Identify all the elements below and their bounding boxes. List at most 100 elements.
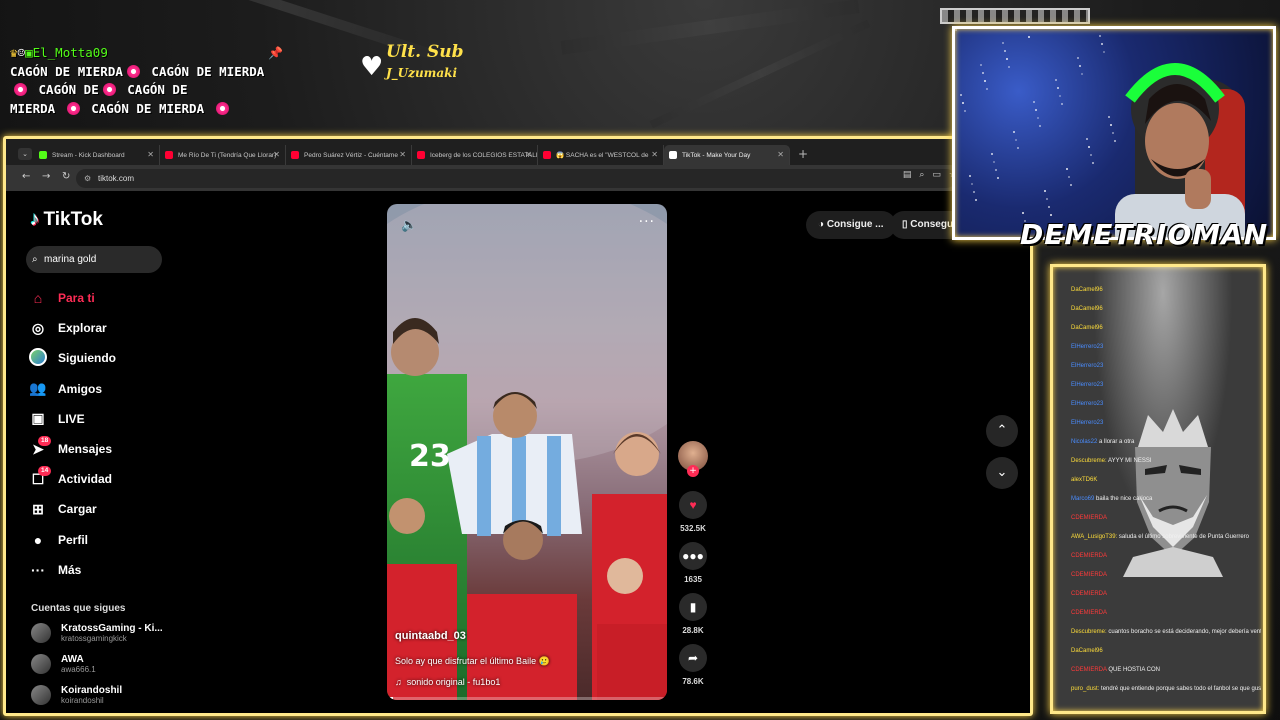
address-bar[interactable]: ⚙ tiktok.com	[76, 169, 956, 188]
zoom-icon[interactable]: ⌕	[919, 170, 932, 180]
chat-text: a llorar a otra	[1099, 439, 1135, 445]
sidebar-item-explorar[interactable]: ◎ Explorar	[28, 313, 178, 343]
tab-title: Me Río De Ti (Tendría Que Llorar)	[178, 151, 277, 159]
close-tab-icon[interactable]: ✕	[777, 150, 784, 159]
sidebar-item-más[interactable]: ··· Más	[28, 555, 178, 585]
follow-plus-icon[interactable]: +	[687, 465, 699, 477]
heart-icon[interactable]: ♥	[679, 491, 707, 519]
close-tab-icon[interactable]: ✕	[525, 150, 532, 159]
share-icon[interactable]: ➦	[679, 644, 707, 672]
sidebar-item-siguiendo[interactable]: Siguiendo	[28, 343, 178, 373]
tiktok-logo[interactable]: ♪ TikTok	[30, 209, 103, 231]
friends-icon: 👥	[29, 380, 47, 397]
emote-icon	[126, 64, 140, 78]
new-tab-button[interactable]: +	[798, 147, 808, 165]
tab-search-button[interactable]: ⌄	[18, 148, 32, 160]
volume-icon[interactable]: 🔈	[401, 218, 417, 233]
previous-video-button[interactable]: ⌃	[986, 415, 1018, 447]
next-video-button[interactable]: ⌄	[986, 457, 1018, 489]
creator-avatar[interactable]: +	[678, 441, 708, 477]
get-app-pill[interactable]: ◑ Consigue ...	[806, 211, 896, 239]
chat-message: ElHerrero23	[1071, 395, 1261, 414]
sidebar-item-amigos[interactable]: 👥 Amigos	[28, 374, 178, 404]
sidebar-item-live[interactable]: ▣ LIVE	[28, 404, 178, 434]
video-caption: Solo ay que disfrutar el último Baile 🥲	[395, 656, 550, 666]
home-icon: ⌂	[33, 290, 43, 307]
browser-tab[interactable]: 😱 SACHA es el "WESTCOL de ✕	[538, 145, 664, 165]
avatar	[31, 623, 51, 643]
search-input[interactable]: ⌕ marina gold	[26, 246, 162, 273]
browser-tab[interactable]: Stream - Kick Dashboard ✕	[34, 145, 160, 165]
sidebar-item-label: Más	[58, 562, 82, 577]
reload-button[interactable]: ↻	[62, 171, 70, 182]
chat-username: CDEMIERDA	[1071, 572, 1108, 578]
bot-icon: ☺	[17, 45, 26, 60]
comment-icon[interactable]: ●●●	[679, 542, 707, 570]
emote-icon	[66, 101, 80, 115]
emote-icon	[14, 83, 27, 96]
video-username[interactable]: quintaabd_03	[395, 630, 466, 642]
chat-message: Descubreme: AYYY MI NESSI	[1071, 452, 1261, 471]
close-tab-icon[interactable]: ✕	[273, 150, 280, 159]
tab-title: Stream - Kick Dashboard	[52, 151, 125, 159]
more-options-icon[interactable]: ···	[639, 214, 655, 230]
account-handle: kratossgamingkick	[61, 634, 127, 643]
sidebar-item-para-ti[interactable]: ⌂ Para ti	[28, 283, 178, 313]
overlay-chat-text: MIERDA	[10, 100, 56, 116]
save-action[interactable]: ▮ 28.8K	[676, 593, 710, 635]
stream-scene: ♛☺▣El_Motta09 CAGÓN DE MIERDA CAGÓN DE M…	[0, 0, 1280, 720]
chat-message: DaCamel96	[1071, 281, 1261, 300]
bookmark-icon[interactable]: ▮	[679, 593, 707, 621]
chat-message: Nicolas22 a llorar a otra	[1071, 433, 1261, 452]
close-tab-icon[interactable]: ✕	[651, 150, 658, 159]
video-sound[interactable]: ♫ sonido original - fu1bo1	[395, 677, 500, 687]
sidebar-item-label: Mensajes	[58, 442, 113, 457]
translate-icon[interactable]: ▤	[903, 170, 920, 180]
notification-badge: 14	[38, 466, 52, 477]
sidebar-item-mensajes[interactable]: ➤ 18 Mensajes	[28, 434, 178, 464]
following-account[interactable]: KratossGaming - Ki... kratossgamingkick	[31, 623, 163, 643]
account-name: KratossGaming - Ki...	[61, 623, 163, 634]
video-progress-bar[interactable]	[387, 697, 667, 700]
sidebar-item-perfil[interactable]: ● Perfil	[28, 525, 178, 555]
forward-button[interactable]: →	[42, 171, 50, 182]
jersey-number: 23	[409, 439, 451, 474]
browser-tab[interactable]: Iceberg de los COLEGIOS ESTATALES ✕	[412, 145, 538, 165]
following-account[interactable]: Koirandoshil koirandoshil	[31, 685, 122, 705]
crown-icon: ♛	[10, 45, 18, 60]
comment-action[interactable]: ●●● 1635	[676, 542, 710, 584]
comment-count: 1635	[684, 575, 702, 584]
chat-message: puro_dust: tendré que entiende porque sa…	[1071, 680, 1261, 699]
like-action[interactable]: ♥ 532.5K	[676, 491, 710, 533]
chat-message: CDEMIERDA	[1071, 509, 1261, 528]
sidebar-item-label: Explorar	[58, 321, 107, 336]
tiktok-note-icon: ♪	[30, 209, 40, 230]
close-tab-icon[interactable]: ✕	[399, 150, 406, 159]
chat-username: DaCamel96	[1071, 306, 1103, 312]
browser-tab[interactable]: Pedro Suárez Vértiz - Cuéntame ✕	[286, 145, 412, 165]
search-icon: ⌕	[32, 254, 38, 265]
share-action[interactable]: ➦ 78.6K	[676, 644, 710, 686]
browser-tab[interactable]: TikTok - Make Your Day ✕	[664, 145, 790, 165]
account-handle: koirandoshil	[61, 696, 104, 705]
tab-favicon-icon	[543, 151, 551, 159]
get-coins-label: Consegui	[910, 219, 956, 230]
chat-text: QUE HOSTIA CON	[1108, 667, 1161, 673]
tab-title: Iceberg de los COLEGIOS ESTATALES	[430, 151, 538, 159]
chat-username: Descubreme:	[1071, 629, 1107, 635]
cam-top-decoration	[940, 8, 1090, 24]
sidebar-item-cargar[interactable]: ⊞ Cargar	[28, 494, 178, 524]
cast-icon[interactable]: ▭	[932, 170, 949, 180]
sidebar-item-actividad[interactable]: ☐ 14 Actividad	[28, 464, 178, 494]
tab-favicon-icon	[291, 151, 299, 159]
overlay-chat-text: CAGÓN DE MIERDA	[10, 63, 123, 79]
back-button[interactable]: ←	[22, 171, 30, 182]
get-app-label: Consigue ...	[826, 219, 884, 230]
following-account[interactable]: AWA awa666.1	[31, 654, 96, 674]
site-info-icon[interactable]: ⚙	[84, 169, 91, 188]
browser-tab[interactable]: Me Río De Ti (Tendría Que Llorar) ✕	[160, 145, 286, 165]
sidebar-item-label: Actividad	[58, 472, 113, 487]
close-tab-icon[interactable]: ✕	[147, 150, 154, 159]
chat-username: CDEMIERDA	[1071, 553, 1108, 559]
video-player[interactable]: 23 🔈 ··· quintaabd_03 Solo ay que disfru…	[387, 204, 667, 700]
